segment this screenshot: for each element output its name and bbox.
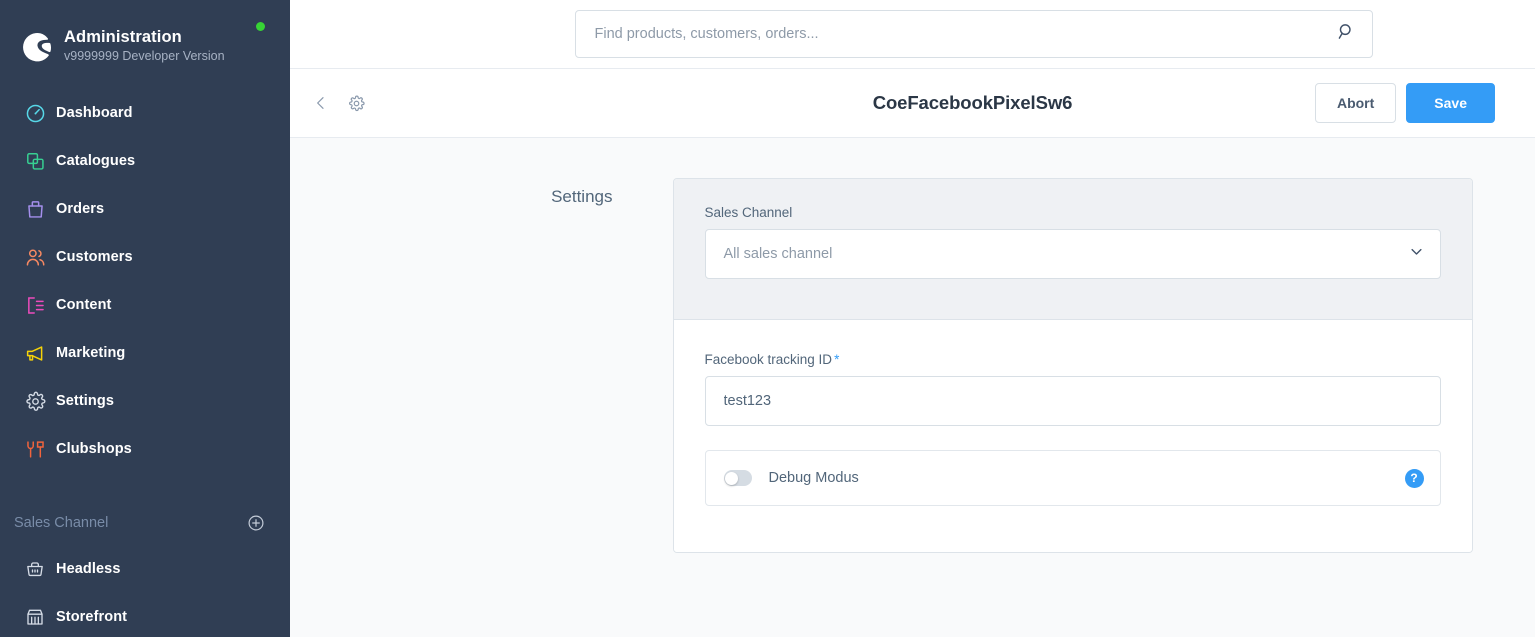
sidebar-item-label: Dashboard [56,105,133,121]
orders-icon [14,199,56,220]
clubshops-icon [14,439,56,460]
sidebar-item-label: Orders [56,201,105,217]
settings-card: Sales Channel All sales channel Facebook… [672,178,1473,553]
settings-row: Settings Sales Channel All sales channel [308,178,1518,553]
dashboard-icon [14,103,56,124]
abort-button[interactable]: Abort [1314,83,1397,123]
section-title: Settings [551,187,613,206]
sidebar-item-storefront[interactable]: Storefront [0,593,290,637]
app-root: Administration v9999999 Developer Versio… [0,0,1535,637]
debug-modus-row: Debug Modus ? [704,450,1441,506]
app-title: Administration [64,28,182,46]
sidebar-item-orders[interactable]: Orders [0,185,290,233]
sidebar-section-label: Sales Channel [14,515,109,531]
page-header: CoeFacebookPixelSw6 Abort Save [290,69,1535,138]
main-area: CoeFacebookPixelSw6 Abort Save Settings … [290,0,1535,637]
sidebar-section-sales-channel: Sales Channel [0,501,290,545]
sidebar-item-label: Clubshops [56,441,132,457]
sidebar-header: Administration v9999999 Developer Versio… [0,0,290,76]
sidebar-item-label: Customers [56,249,133,265]
sidebar-item-label: Content [56,297,112,313]
settings-section-label: Settings [318,178,673,553]
card-header-section: Sales Channel All sales channel [673,179,1472,320]
marketing-icon [14,343,56,364]
sidebar-item-settings[interactable]: Settings [0,377,290,425]
card-body-section: Facebook tracking ID* Debug Modus ? [673,320,1472,552]
gear-icon [14,391,56,412]
sidebar-item-label: Marketing [56,345,126,361]
tracking-id-label-text: Facebook tracking ID [704,352,833,367]
catalogues-icon [14,151,56,172]
sidebar-item-dashboard[interactable]: Dashboard [0,89,290,137]
online-status-dot [256,22,265,31]
page-header-actions [310,92,367,114]
sidebar-item-catalogues[interactable]: Catalogues [0,137,290,185]
tracking-id-input[interactable] [704,376,1441,426]
sales-channel-select-wrap: All sales channel [704,229,1441,279]
debug-modus-label: Debug Modus [768,470,859,486]
sales-channel-select[interactable]: All sales channel [704,229,1441,279]
debug-modus-toggle[interactable] [723,470,752,486]
sidebar-item-label: Headless [56,561,121,577]
shopware-logo-icon [14,27,56,65]
app-version: v9999999 Developer Version [64,49,225,63]
sales-channel-label: Sales Channel [704,205,793,220]
sidebar-title-group: Administration v9999999 Developer Versio… [64,27,225,65]
sidebar-item-marketing[interactable]: Marketing [0,329,290,377]
sidebar-item-content[interactable]: Content [0,281,290,329]
required-marker: * [834,352,840,367]
basket-icon [14,559,56,579]
plus-circle-icon[interactable] [247,514,265,532]
content-icon [14,295,56,316]
sidebar-item-label: Catalogues [56,153,136,169]
sidebar-nav: Dashboard Catalogues Orders Customers Co… [0,89,290,637]
content-area: Settings Sales Channel All sales channel [290,138,1535,637]
storefront-icon [14,607,56,627]
toggle-knob [725,471,738,485]
global-search [574,10,1373,58]
save-button[interactable]: Save [1406,83,1495,123]
gear-icon[interactable] [345,92,367,114]
page-header-buttons: Abort Save [1314,83,1495,123]
sidebar-item-label: Storefront [56,609,128,625]
help-circle-icon[interactable]: ? [1404,468,1424,488]
search-input[interactable] [574,10,1373,58]
sidebar: Administration v9999999 Developer Versio… [0,0,290,637]
sidebar-item-headless[interactable]: Headless [0,545,290,593]
global-topbar [290,0,1535,69]
sidebar-item-label: Settings [56,393,114,409]
tracking-id-label: Facebook tracking ID * [705,352,1441,367]
sidebar-item-customers[interactable]: Customers [0,233,290,281]
sidebar-item-clubshops[interactable]: Clubshops [0,425,290,473]
chevron-left-icon[interactable] [310,92,332,114]
customers-icon [14,247,56,268]
